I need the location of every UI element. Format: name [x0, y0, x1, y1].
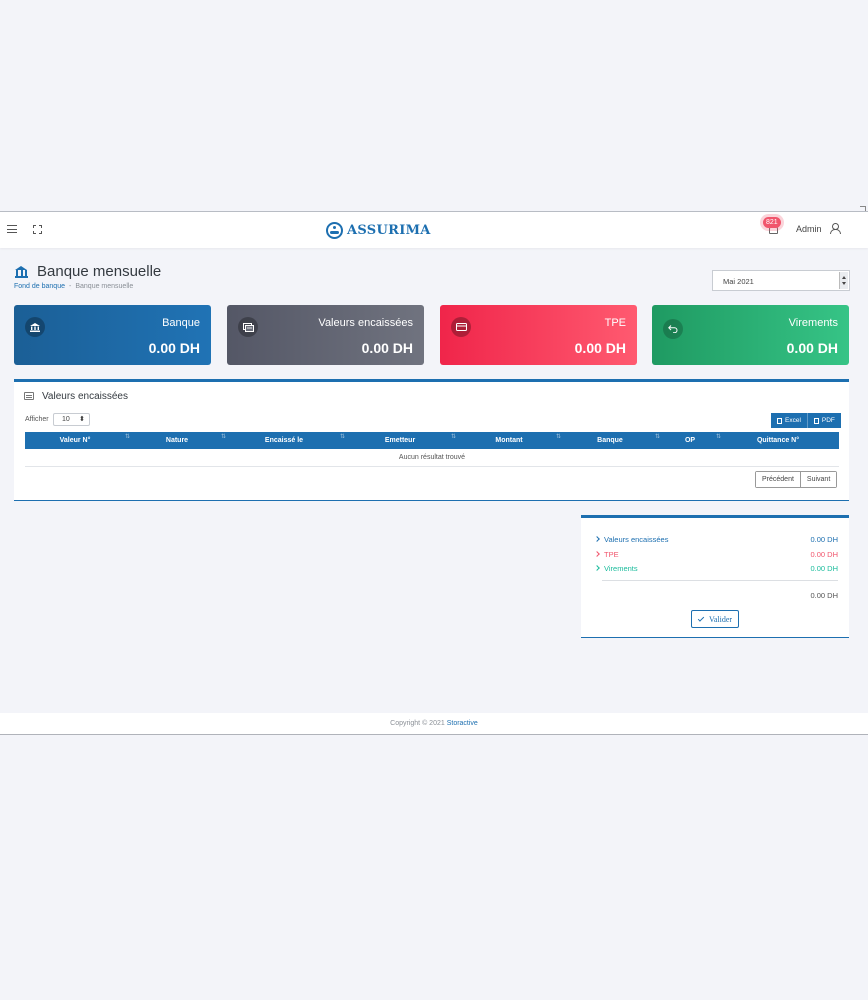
- brand-name: ASSURIMA: [347, 222, 431, 238]
- summary-total: 0.00 DH: [810, 591, 838, 600]
- card-tpe: TPE 0.00 DH: [440, 305, 637, 365]
- app-window: ASSURIMA 821 Admin Banque mensuelle Fond…: [0, 211, 868, 735]
- breadcrumb: Fond de banque - Banque mensuelle: [14, 283, 134, 290]
- panel-title: Valeurs encaissées: [42, 391, 128, 402]
- excel-file-icon: [777, 417, 782, 424]
- breadcrumb-item-current: Banque mensuelle: [75, 283, 134, 290]
- excel-export-button[interactable]: Excel: [771, 413, 807, 428]
- chevron-right-icon: [594, 565, 600, 571]
- credit-card-icon: [451, 317, 471, 337]
- card-banque: Banque 0.00 DH: [14, 305, 211, 365]
- copyright-text: Copyright © 2021: [390, 720, 445, 727]
- sort-icon[interactable]: ⇅: [221, 432, 226, 443]
- notification-badge: 821: [763, 217, 781, 228]
- summary-label: Valeurs encaissées: [604, 535, 669, 544]
- card-virements: Virements 0.00 DH: [652, 305, 849, 365]
- validate-label: Valider: [708, 614, 733, 624]
- period-select[interactable]: Mai 2021: [712, 270, 850, 291]
- period-value: Mai 2021: [723, 277, 754, 286]
- chevron-right-icon: [594, 551, 600, 557]
- bank-icon: [15, 266, 28, 278]
- card-value: 0.00 DH: [574, 340, 626, 356]
- sort-icon[interactable]: ⇅: [655, 432, 660, 443]
- pagination: Précédent Suivant: [755, 471, 838, 488]
- chevron-right-icon: [594, 536, 600, 542]
- card-title: Valeurs encaissées: [318, 317, 413, 329]
- sort-icon[interactable]: ⇅: [451, 432, 456, 443]
- cheque-icon: [24, 392, 34, 400]
- summary-label: Virements: [604, 564, 638, 573]
- summary-panel: Valeurs encaissées 0.00 DH TPE 0.00 DH V…: [581, 515, 849, 638]
- previous-page-button[interactable]: Précédent: [756, 472, 800, 487]
- card-title: TPE: [604, 317, 626, 329]
- valeurs-encaissees-panel: Valeurs encaissées Afficher 10 Excel PDF…: [14, 379, 849, 501]
- summary-row-virements: Virements 0.00 DH: [594, 564, 838, 573]
- card-title: Banque: [162, 317, 200, 329]
- fullscreen-icon[interactable]: [33, 225, 42, 234]
- table-empty-message: Aucun résultat trouvé: [25, 449, 839, 467]
- top-bar: ASSURIMA 821 Admin: [0, 212, 868, 248]
- summary-value: 0.00 DH: [810, 550, 838, 559]
- card-valeurs-encaissees: Valeurs encaissées 0.00 DH: [227, 305, 424, 365]
- summary-divider: [602, 580, 838, 581]
- breadcrumb-item-fond-de-banque[interactable]: Fond de banque: [14, 283, 65, 290]
- pdf-file-icon: [813, 417, 819, 424]
- page-size-value: 10: [62, 416, 70, 423]
- column-header-emetteur[interactable]: Emetteur: [339, 432, 461, 449]
- card-title: Virements: [788, 317, 838, 329]
- brand-logo[interactable]: ASSURIMA: [326, 220, 431, 240]
- select-arrows-icon[interactable]: [839, 272, 848, 289]
- pdf-export-label: PDF: [821, 417, 835, 424]
- next-page-button[interactable]: Suivant: [799, 472, 837, 487]
- validate-button[interactable]: Valider: [691, 610, 739, 628]
- page-size-select[interactable]: 10: [53, 413, 90, 426]
- transfer-arrow-icon: [663, 319, 683, 339]
- card-value: 0.00 DH: [361, 340, 413, 356]
- summary-value: 0.00 DH: [810, 564, 838, 573]
- summary-value: 0.00 DH: [810, 535, 838, 544]
- page-title: Banque mensuelle: [37, 263, 162, 280]
- user-name[interactable]: Admin: [796, 224, 822, 234]
- pdf-export-button[interactable]: PDF: [806, 413, 841, 428]
- table-header: Valeur N° ⇅ Nature ⇅ Encaissé le ⇅ Emett…: [25, 432, 839, 449]
- summary-row-valeurs-encaissees: Valeurs encaissées 0.00 DH: [594, 535, 838, 544]
- column-header-quittance[interactable]: Quittance N°: [717, 432, 839, 449]
- column-header-valeur[interactable]: Valeur N°: [25, 432, 125, 449]
- company-link[interactable]: Storactive: [447, 720, 478, 727]
- cheque-icon: [238, 317, 258, 337]
- column-header-nature[interactable]: Nature: [125, 432, 229, 449]
- menu-icon[interactable]: [7, 225, 17, 233]
- card-value: 0.00 DH: [786, 340, 838, 356]
- check-icon: [697, 614, 705, 622]
- logo-icon: [326, 221, 343, 239]
- bank-icon: [25, 317, 45, 337]
- column-header-montant[interactable]: Montant: [461, 432, 557, 449]
- excel-export-label: Excel: [785, 417, 801, 424]
- column-header-op[interactable]: OP: [663, 432, 717, 449]
- user-icon[interactable]: [830, 223, 841, 234]
- summary-label: TPE: [604, 550, 619, 559]
- summary-row-tpe: TPE 0.00 DH: [594, 550, 838, 559]
- card-value: 0.00 DH: [148, 340, 200, 356]
- column-header-encaisse-le[interactable]: Encaissé le: [229, 432, 339, 449]
- column-header-banque[interactable]: Banque: [557, 432, 663, 449]
- footer: Copyright © 2021 Storactive: [0, 713, 868, 734]
- page-size-label: Afficher: [25, 416, 49, 423]
- export-buttons: Excel PDF: [771, 413, 841, 428]
